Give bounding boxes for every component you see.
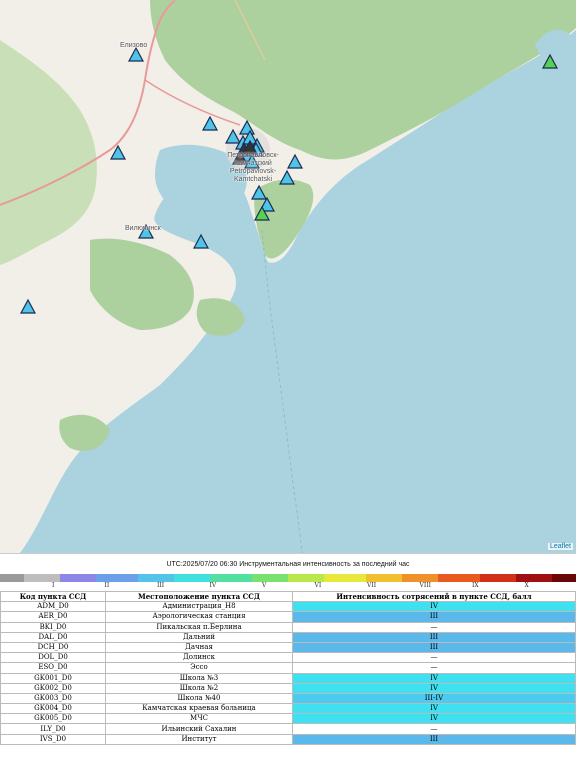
table-row[interactable]: GK001_D0 Школа №3 IV	[0, 672, 576, 684]
map-view[interactable]: Елизово Петропавловск-Камчатский Petropa…	[0, 0, 576, 553]
intensity-scale-labels: IIIIIIIVVVIVIIVIIIIXXXI	[0, 582, 576, 590]
forest-mid	[196, 298, 245, 336]
station-code: DCH_D0	[0, 641, 106, 654]
label-petropavlovsk: Петропавловск-Камчатский Petropavlovsk-K…	[227, 152, 279, 183]
station-location: Камчатская краевая больница	[105, 703, 293, 715]
table-row[interactable]: GK002_D0 Школа №2 IV	[0, 682, 576, 694]
station-location: Долинск	[105, 652, 293, 664]
table-row[interactable]: DCH_D0 Дачная III	[0, 641, 576, 654]
station-code: IVS_D0	[0, 733, 106, 745]
station-intensity: IV	[292, 703, 576, 715]
panel-title: UTC:2025/07/20 06:30 Инструментальная ин…	[166, 561, 410, 568]
station-code: GK004_D0	[0, 703, 106, 715]
table-header-row: Код пункта ССД Местоположение пункта ССД…	[0, 590, 576, 603]
header-intensity[interactable]: Интенсивность сотрясений в пункте ССД, б…	[292, 590, 576, 603]
station-code: DAL_D0	[0, 631, 106, 643]
station-location: Школа №3	[105, 672, 293, 684]
map-canvas[interactable]	[0, 0, 576, 553]
station-code: BKI_D0	[0, 621, 106, 633]
station-location: Институт	[105, 733, 293, 745]
scale-label: IX	[472, 582, 479, 589]
station-location: Дальний	[105, 631, 293, 643]
station-code: GK005_D0	[0, 713, 106, 725]
intensity-scale: IIIIIIIVVVIVIIVIIIIXXXI	[0, 574, 576, 590]
scale-label: V	[262, 582, 267, 589]
table-row[interactable]: GK004_D0 Камчатская краевая больница IV	[0, 703, 576, 715]
station-location: МЧС	[105, 713, 293, 725]
scale-label: VII	[367, 582, 377, 589]
station-code: GK003_D0	[0, 692, 106, 705]
scale-label: VI	[314, 582, 322, 589]
station-location: Школа №40	[105, 692, 293, 705]
station-location: Аэрологическая станция	[105, 611, 293, 623]
station-intensity: III	[292, 631, 576, 643]
station-location: Пикальская п.Берлина	[105, 621, 293, 633]
label-vilyuchinsk: Вилючинск	[125, 225, 161, 232]
station-intensity: III	[292, 641, 576, 654]
station-intensity: IV	[292, 672, 576, 684]
station-location: Ильинский Сахалин	[105, 723, 293, 735]
table-row[interactable]: GK005_D0 МЧС IV	[0, 713, 576, 725]
scale-label: IV	[209, 582, 217, 589]
station-location: Администрация_Н8	[105, 601, 293, 613]
station-intensity: IV	[292, 713, 576, 725]
station-code: GK001_D0	[0, 672, 106, 684]
scale-swatch	[570, 574, 576, 582]
station-marker[interactable]	[541, 53, 559, 69]
table-row[interactable]: IVS_D0 Институт III	[0, 733, 576, 745]
station-intensity: IV	[292, 601, 576, 613]
scale-label: II	[104, 582, 110, 589]
intensity-panel: UTC:2025/07/20 06:30 Инструментальная ин…	[0, 553, 576, 768]
station-location: Эссо	[105, 662, 293, 674]
station-intensity: III-IV	[292, 692, 576, 705]
station-intensity: IV	[292, 682, 576, 694]
station-code: GK002_D0	[0, 682, 106, 694]
label-elizovo: Елизово	[120, 42, 148, 49]
station-marker[interactable]	[192, 233, 210, 249]
table-row[interactable]: GK003_D0 Школа №40 III-IV	[0, 692, 576, 705]
station-intensity: III	[292, 733, 576, 745]
station-code: ILY_D0	[0, 723, 106, 735]
table-row[interactable]: ESO_D0 Эссо —	[0, 662, 576, 674]
table-row[interactable]: AER_D0 Аэрологическая станция III	[0, 611, 576, 623]
header-code[interactable]: Код пункта ССД	[0, 590, 106, 603]
table-row[interactable]: DOL_D0 Долинск —	[0, 652, 576, 664]
station-code: DOL_D0	[0, 652, 106, 664]
intensity-color-bar	[0, 574, 576, 582]
ship-route	[261, 229, 303, 553]
table-row[interactable]: ADM_D0 Администрация_Н8 IV	[0, 601, 576, 613]
scale-label: X	[524, 582, 529, 589]
station-location: Школа №2	[105, 682, 293, 694]
map-attribution-link[interactable]: Leaflet	[547, 543, 573, 550]
scale-label: III	[157, 582, 165, 589]
station-location: Дачная	[105, 641, 293, 654]
station-intensity: —	[292, 652, 576, 664]
table-row[interactable]: ILY_D0 Ильинский Сахалин —	[0, 723, 576, 735]
scale-label: VIII	[419, 582, 431, 589]
station-code: AER_D0	[0, 611, 106, 623]
station-code: ESO_D0	[0, 662, 106, 674]
station-intensity: III	[292, 611, 576, 623]
station-intensity: —	[292, 621, 576, 633]
scale-label: I	[52, 582, 55, 589]
station-code: ADM_D0	[0, 601, 106, 613]
station-table: Код пункта ССД Местоположение пункта ССД…	[0, 590, 576, 745]
table-row[interactable]: BKI_D0 Пикальская п.Берлина —	[0, 621, 576, 633]
table-row[interactable]: DAL_D0 Дальний III	[0, 631, 576, 643]
station-intensity: —	[292, 662, 576, 674]
station-intensity: —	[292, 723, 576, 735]
header-location[interactable]: Местоположение пункта ССД	[105, 590, 293, 603]
